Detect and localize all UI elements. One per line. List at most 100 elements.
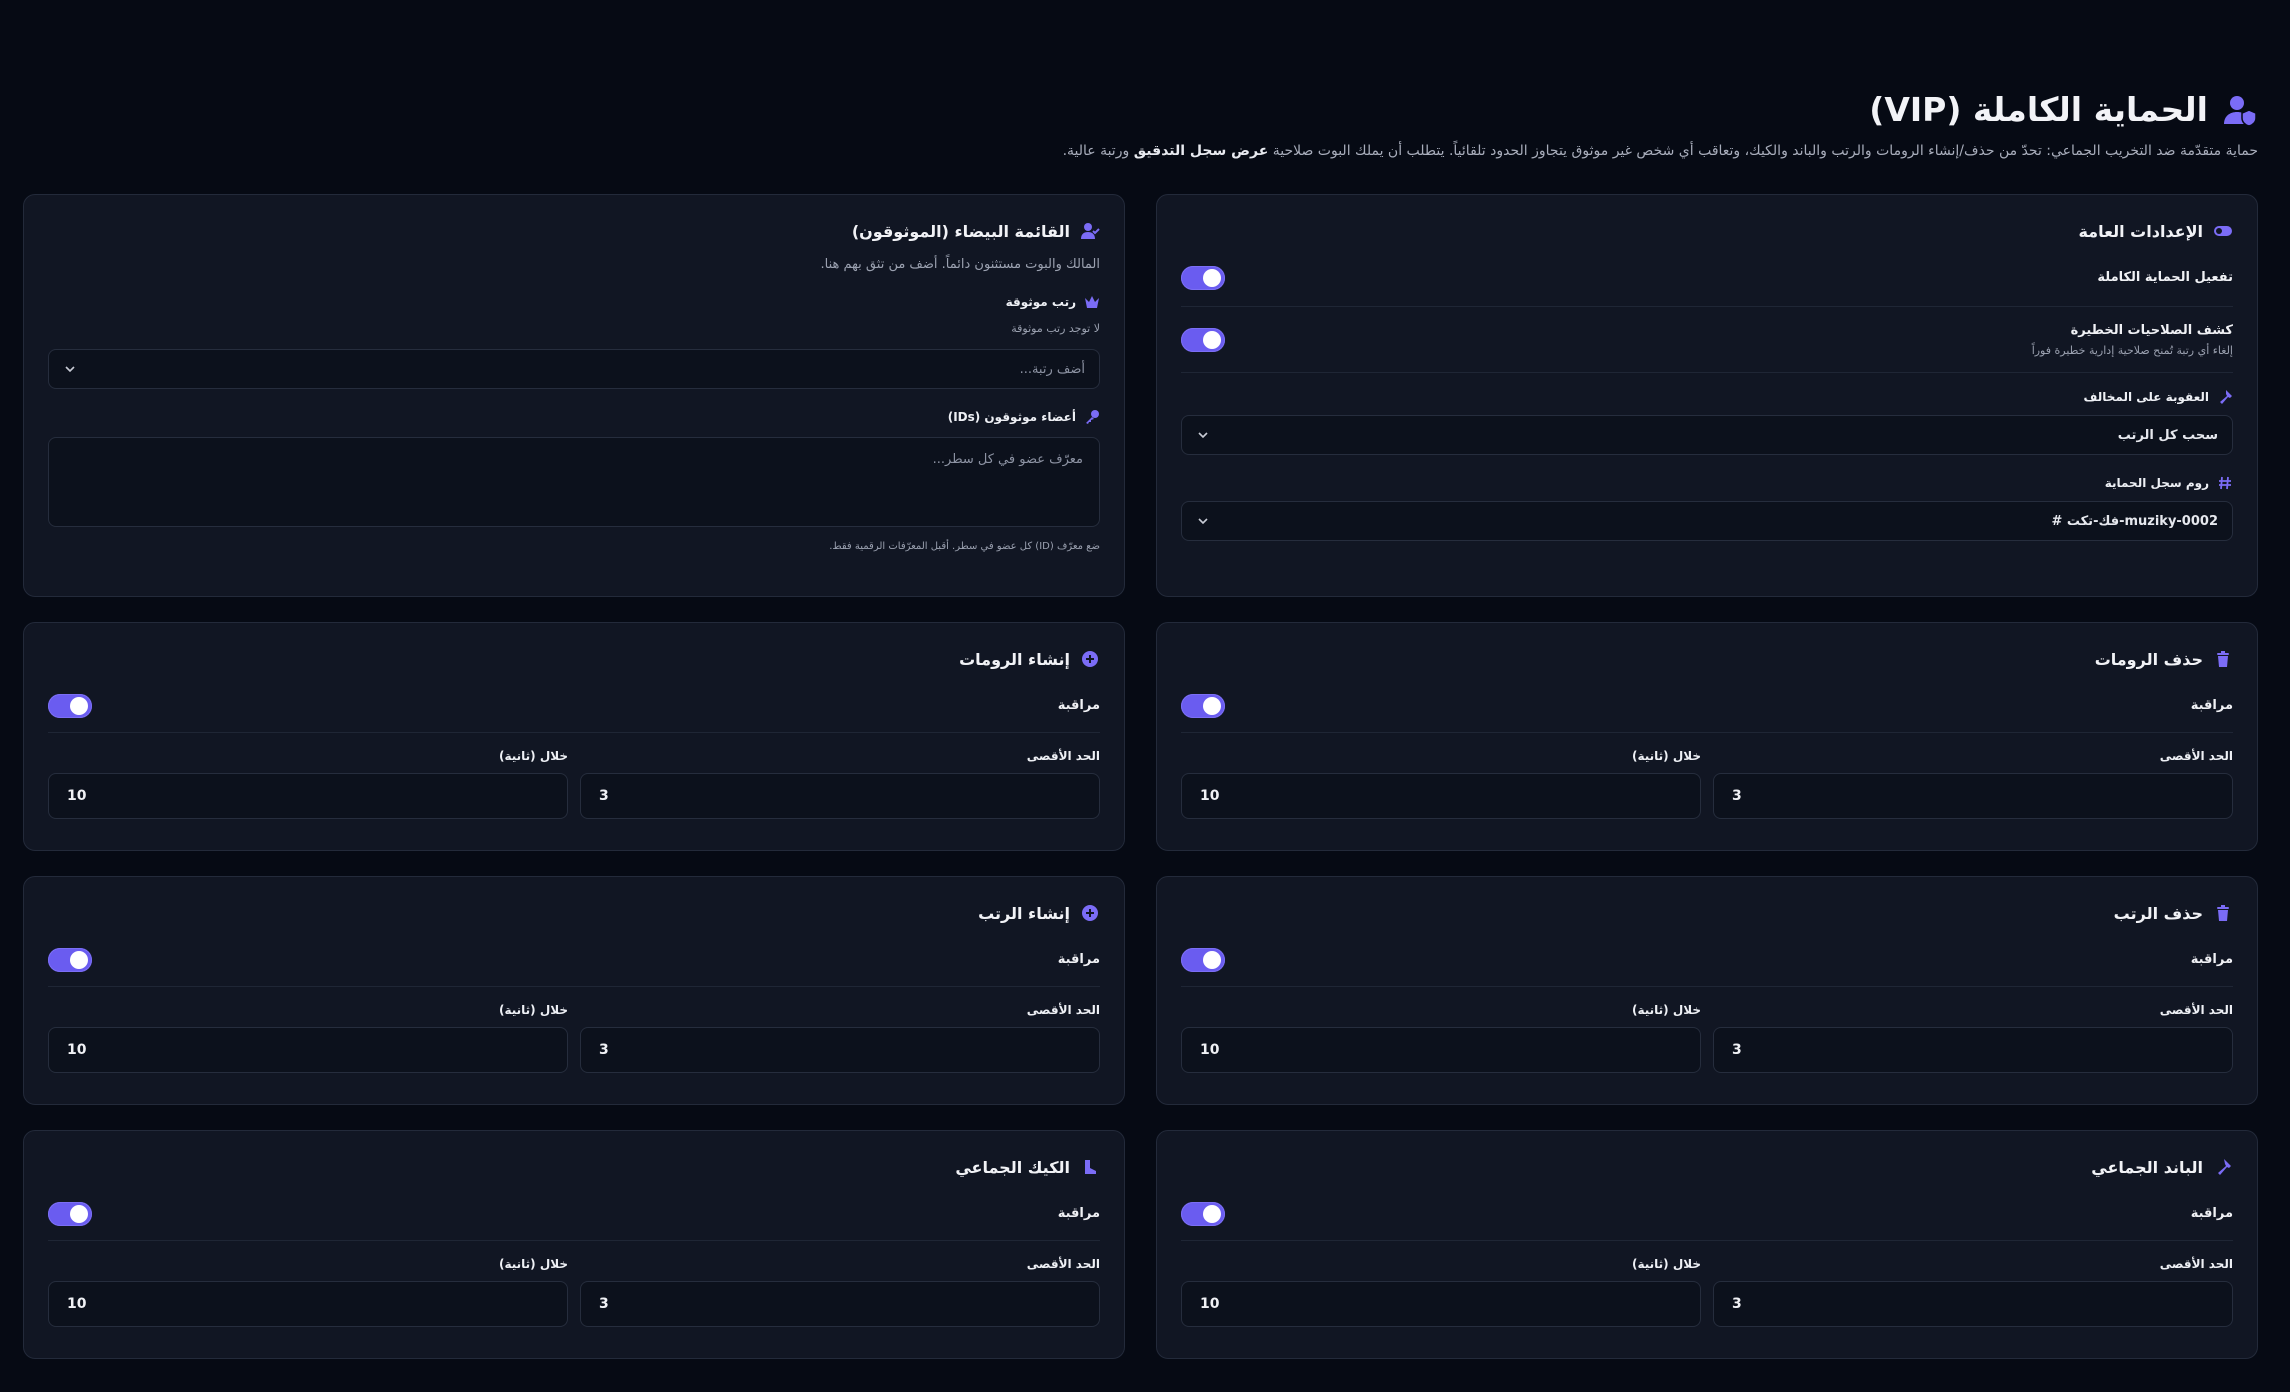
trusted-members-hint: ضع معرّف (ID) كل عضو في سطر. أقبل المعرّ… (829, 541, 1100, 552)
page-description-bold: عرض سجل التدقيق (1133, 143, 1269, 159)
role-create-max-value: 3 (599, 1042, 609, 1058)
role-delete-max-value: 3 (1732, 1042, 1742, 1058)
role-create-monitor-row: مراقبة (48, 933, 1100, 987)
role-create-within-input[interactable]: 10 (48, 1027, 568, 1073)
channel-create-within-field: خلال (ثانية) 10 (48, 749, 568, 819)
mass-ban-within-value: 10 (1200, 1296, 1220, 1312)
channel-delete-fields: الحد الأقصى 3 خلال (ثانية) 10 (1181, 749, 2233, 819)
role-delete-title-text: حذف الرتب (2113, 903, 2203, 923)
role-create-max-label: الحد الأقصى (1026, 1003, 1100, 1017)
mass-kick-max-field: الحد الأقصى 3 (580, 1257, 1100, 1327)
mass-kick-max-label: الحد الأقصى (1026, 1257, 1100, 1271)
whitelist-title-text: القائمة البيضاء (الموثوقون) (851, 221, 1070, 241)
log-room-select[interactable]: # فك-تكت-muziky-0002 (1181, 501, 2233, 541)
mass-ban-title-text: الباند الجماعي (2091, 1157, 2203, 1177)
channel-delete-max-label: الحد الأقصى (2159, 749, 2233, 763)
danger-perms-sub: إلغاء أي رتبة تُمنح صلاحية إدارية خطيرة … (2031, 343, 2233, 357)
boot-icon (1080, 1157, 1100, 1177)
danger-perms-row: كشف الصلاحيات الخطيرة إلغاء أي رتبة تُمن… (1181, 307, 2233, 373)
channel-delete-within-field: خلال (ثانية) 10 (1181, 749, 1701, 819)
plus-circle-icon (1080, 903, 1100, 923)
hammer-icon (2213, 1157, 2233, 1177)
general-settings-card: الإعدادات العامة تفعيل الحماية الكاملة ك… (1156, 194, 2258, 597)
role-delete-max-label: الحد الأقصى (2159, 1003, 2233, 1017)
channel-create-within-label: خلال (ثانية) (498, 749, 568, 763)
key-icon (1084, 409, 1100, 425)
role-create-within-field: خلال (ثانية) 10 (48, 1003, 568, 1073)
channel-create-card: إنشاء الرومات مراقبة الحد الأقصى 3 خلال … (23, 622, 1125, 851)
enable-protection-toggle[interactable] (1181, 265, 1225, 290)
add-role-placeholder: أضف رتبة... (1019, 361, 1085, 377)
channel-delete-max-value: 3 (1732, 788, 1742, 804)
hammer-icon (2217, 389, 2233, 405)
role-delete-within-label: خلال (ثانية) (1631, 1003, 1701, 1017)
channel-delete-max-input[interactable]: 3 (1713, 773, 2233, 819)
mass-ban-max-input[interactable]: 3 (1713, 1281, 2233, 1327)
log-room-label: روم سجل الحماية (1181, 475, 2233, 491)
mass-ban-monitor-toggle[interactable] (1181, 1201, 1225, 1226)
toggle-icon (2213, 221, 2233, 241)
trash-icon (2213, 903, 2233, 923)
chevron-down-icon (1196, 428, 1210, 442)
role-delete-within-field: خلال (ثانية) 10 (1181, 1003, 1701, 1073)
page-description: حماية متقدّمة ضد التخريب الجماعي: تحدّ م… (32, 143, 2258, 159)
mass-kick-max-input[interactable]: 3 (580, 1281, 1100, 1327)
role-create-monitor-label: مراقبة (1057, 952, 1100, 967)
crown-icon (1084, 294, 1100, 310)
channel-create-monitor-label: مراقبة (1057, 698, 1100, 713)
trusted-members-label-text: أعضاء موثوقون (IDs) (947, 410, 1076, 424)
page-title: الحماية الكاملة (VIP) (32, 90, 2258, 129)
role-delete-within-input[interactable]: 10 (1181, 1027, 1701, 1073)
chevron-down-icon (1196, 514, 1210, 528)
channel-delete-monitor-label: مراقبة (2190, 698, 2233, 713)
mass-kick-within-input[interactable]: 10 (48, 1281, 568, 1327)
punish-select-value: سحب كل الرتب (2117, 427, 2218, 443)
channel-delete-within-value: 10 (1200, 788, 1220, 804)
channel-create-max-field: الحد الأقصى 3 (580, 749, 1100, 819)
enable-protection-label: تفعيل الحماية الكاملة (2097, 270, 2233, 285)
channel-create-within-input[interactable]: 10 (48, 773, 568, 819)
trusted-roles-label-text: رتب موثوقة (1005, 295, 1076, 309)
channel-delete-within-input[interactable]: 10 (1181, 773, 1701, 819)
page-title-text: الحماية الكاملة (VIP) (1869, 90, 2208, 129)
plus-circle-icon (1080, 649, 1100, 669)
danger-perms-toggle[interactable] (1181, 327, 1225, 352)
user-check-icon (1080, 221, 1100, 241)
channel-create-monitor-toggle[interactable] (48, 693, 92, 718)
page-description-end: ورتبة عالية. (1062, 143, 1130, 159)
mass-kick-within-field: خلال (ثانية) 10 (48, 1257, 568, 1327)
page-header: الحماية الكاملة (VIP) حماية متقدّمة ضد ا… (32, 90, 2258, 159)
mass-ban-monitor-label: مراقبة (2190, 1206, 2233, 1221)
whitelist-subtitle: المالك والبوت مستثنون دائماً. أضف من تثق… (820, 257, 1100, 272)
role-delete-monitor-label: مراقبة (2190, 952, 2233, 967)
whitelist-card: القائمة البيضاء (الموثوقون) المالك والبو… (23, 194, 1125, 597)
mass-ban-fields: الحد الأقصى 3 خلال (ثانية) 10 (1181, 1257, 2233, 1327)
channel-create-title: إنشاء الرومات (48, 647, 1100, 671)
role-create-monitor-toggle[interactable] (48, 947, 92, 972)
role-create-max-input[interactable]: 3 (580, 1027, 1100, 1073)
role-delete-max-input[interactable]: 3 (1713, 1027, 2233, 1073)
channel-create-max-input[interactable]: 3 (580, 773, 1100, 819)
log-room-label-text: روم سجل الحماية (2104, 476, 2209, 490)
mass-ban-monitor-row: مراقبة (1181, 1187, 2233, 1241)
mass-kick-monitor-toggle[interactable] (48, 1201, 92, 1226)
trusted-members-input[interactable]: معرّف عضو في كل سطر... (48, 437, 1100, 527)
role-create-within-label: خلال (ثانية) (498, 1003, 568, 1017)
trusted-roles-empty: لا توجد رتب موثوقة (1011, 322, 1100, 335)
mass-kick-monitor-label: مراقبة (1057, 1206, 1100, 1221)
mass-kick-title: الكيك الجماعي (48, 1155, 1100, 1179)
channel-delete-monitor-toggle[interactable] (1181, 693, 1225, 718)
channel-create-max-label: الحد الأقصى (1026, 749, 1100, 763)
role-delete-within-value: 10 (1200, 1042, 1220, 1058)
mass-ban-within-input[interactable]: 10 (1181, 1281, 1701, 1327)
mass-ban-max-label: الحد الأقصى (2159, 1257, 2233, 1271)
punish-select[interactable]: سحب كل الرتب (1181, 415, 2233, 455)
mass-ban-card: الباند الجماعي مراقبة الحد الأقصى 3 خلال… (1156, 1130, 2258, 1359)
role-delete-max-field: الحد الأقصى 3 (1713, 1003, 2233, 1073)
add-role-select[interactable]: أضف رتبة... (48, 349, 1100, 389)
enable-protection-row: تفعيل الحماية الكاملة (1181, 249, 2233, 307)
channel-delete-within-label: خلال (ثانية) (1631, 749, 1701, 763)
channel-create-fields: الحد الأقصى 3 خلال (ثانية) 10 (48, 749, 1100, 819)
role-delete-monitor-toggle[interactable] (1181, 947, 1225, 972)
role-create-title: إنشاء الرتب (48, 901, 1100, 925)
